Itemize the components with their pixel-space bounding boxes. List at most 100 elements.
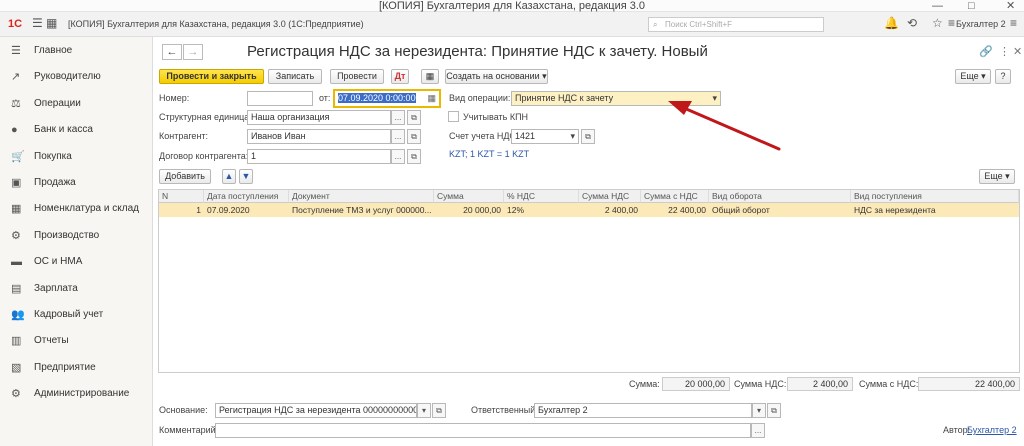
structural-unit-field[interactable]: Наша организация [247, 110, 391, 125]
open-account-icon[interactable]: ⧉ [581, 129, 595, 144]
link-icon[interactable]: 🔗 [979, 45, 993, 58]
add-row-button[interactable]: Добавить [159, 169, 211, 184]
responsible-field[interactable]: Бухгалтер 2 [534, 403, 752, 418]
open-partner-icon[interactable]: ⧉ [407, 129, 421, 144]
table-more-button[interactable]: Еще ▾ [979, 169, 1015, 184]
select-contract-button[interactable]: ... [391, 149, 405, 164]
operation-type-select[interactable]: Принятие НДС к зачету ▾ [511, 91, 721, 106]
partner-field[interactable]: Иванов Иван [247, 129, 391, 144]
global-search-input[interactable]: ⌕ Поиск Ctrl+Shift+F [648, 17, 824, 32]
post-and-close-button[interactable]: Провести и закрыть [159, 69, 264, 84]
vat-account-label: Счет учета НДС: [449, 131, 519, 141]
sidebar-item[interactable]: ▬ ОС и НМА [0, 249, 153, 275]
cell-vat-sum[interactable]: 2 400,00 [579, 203, 641, 217]
cell-vat-rate[interactable]: 12% [504, 203, 579, 217]
contract-field[interactable]: 1 [247, 149, 391, 164]
sidebar-item-label: Администрирование [34, 388, 130, 400]
sidebar-item-label: Банк и касса [34, 124, 93, 136]
user-menu-icon[interactable]: ≡ [948, 16, 955, 30]
cell-n[interactable]: 1 [159, 203, 204, 217]
vat-account-field[interactable]: 1421 ▾ [511, 129, 579, 144]
col-header[interactable]: N [159, 190, 204, 203]
basis-select-button[interactable]: ▾ [417, 403, 431, 418]
save-button[interactable]: Записать [268, 69, 322, 84]
sidebar-item[interactable]: ↗ Руководителю [0, 64, 153, 90]
sidebar-item[interactable]: ⚙ Администрирование [0, 381, 153, 407]
cell-total[interactable]: 22 400,00 [641, 203, 709, 217]
cell-date[interactable]: 07.09.2020 [204, 203, 289, 217]
total-with-vat-field: 22 400,00 [918, 377, 1020, 391]
sidebar-item[interactable]: ⚖ Операции [0, 91, 153, 117]
move-up-icon[interactable]: ▲ [222, 169, 236, 184]
cell-document[interactable]: Поступление ТМЗ и услуг 000000... [289, 203, 434, 217]
cell-receipt-type[interactable]: НДС за нерезидента [851, 203, 1019, 217]
open-unit-icon[interactable]: ⧉ [407, 110, 421, 125]
total-with-vat-label: Сумма с НДС: [859, 379, 919, 389]
comment-field[interactable] [215, 423, 751, 438]
menu-icon[interactable]: ☰ [32, 16, 43, 30]
sidebar-item[interactable]: ▣ Продажа [0, 170, 153, 196]
history-icon[interactable]: ⟲ [907, 16, 917, 30]
col-header[interactable]: Сумма НДС [579, 190, 641, 203]
sidebar-item-icon: ▣ [11, 177, 22, 189]
forward-button[interactable]: → [183, 44, 203, 60]
sidebar-item-label: Номенклатура и склад [34, 203, 139, 215]
open-basis-icon[interactable]: ⧉ [432, 403, 446, 418]
comment-expand-button[interactable]: ... [751, 423, 765, 438]
sidebar-item[interactable]: ▧ Предприятие [0, 355, 153, 381]
sidebar-item-icon: ▤ [11, 282, 22, 295]
sidebar-item[interactable]: ☰ Главное [0, 38, 153, 64]
col-header[interactable]: Сумма [434, 190, 504, 203]
sidebar-item-label: ОС и НМА [34, 256, 83, 268]
create-based-on-button[interactable]: Создать на основании ▾ [445, 69, 548, 84]
dt-kt-icon[interactable]: Дт [391, 69, 409, 84]
user-name[interactable]: Бухгалтер 2 [956, 12, 1006, 37]
author-link[interactable]: Бухгалтер 2 [967, 423, 1017, 438]
sidebar-item[interactable]: ▤ Зарплата [0, 276, 153, 302]
post-button[interactable]: Провести [330, 69, 384, 84]
more-button[interactable]: Еще ▾ [955, 69, 991, 84]
settings-icon[interactable]: ≡ [1010, 16, 1017, 30]
options-icon[interactable]: ⋮ [999, 45, 1010, 58]
open-contract-icon[interactable]: ⧉ [407, 149, 421, 164]
open-responsible-icon[interactable]: ⧉ [767, 403, 781, 418]
sidebar-item[interactable]: ▥ Отчеты [0, 328, 153, 354]
grid-icon[interactable]: ▦ [46, 16, 57, 30]
col-header[interactable]: Документ [289, 190, 434, 203]
move-down-icon[interactable]: ▼ [239, 169, 253, 184]
col-header[interactable]: Сумма с НДС [641, 190, 709, 203]
col-header[interactable]: Вид оборота [709, 190, 851, 203]
cell-turnover-type[interactable]: Общий оборот [709, 203, 851, 217]
back-button[interactable]: ← [162, 44, 182, 60]
maximize-button[interactable]: □ [968, 0, 975, 12]
cell-sum[interactable]: 20 000,00 [434, 203, 504, 217]
sidebar-item[interactable]: 🛒 Покупка [0, 144, 153, 170]
sidebar-item[interactable]: ⚙ Производство [0, 223, 153, 249]
sidebar-item-label: Кадровый учет [34, 309, 104, 320]
col-header[interactable]: % НДС [504, 190, 579, 203]
sidebar-item[interactable]: 👥 Кадровый учет [0, 302, 153, 328]
sidebar-item-icon: ● [11, 124, 18, 137]
close-window-button[interactable]: ✕ [1006, 0, 1015, 12]
minimize-button[interactable]: — [932, 0, 943, 12]
close-form-icon[interactable]: ✕ [1013, 45, 1022, 58]
col-header[interactable]: Дата поступления [204, 190, 289, 203]
col-header[interactable]: Вид поступления [851, 190, 1019, 203]
exchange-rate-link[interactable]: KZT; 1 KZT = 1 KZT [449, 147, 529, 162]
notifications-icon[interactable]: 🔔 [884, 16, 899, 30]
sidebar-item[interactable]: ● Банк и касса [0, 117, 153, 143]
sidebar-item-label: Зарплата [34, 282, 78, 294]
structure-icon[interactable]: ▦ [421, 69, 439, 84]
kpn-checkbox[interactable] [448, 111, 459, 122]
date-field[interactable]: 07.09.2020 0:00:00 ▦ [333, 89, 441, 108]
select-unit-button[interactable]: ... [391, 110, 405, 125]
total-sum-field: 20 000,00 [662, 377, 730, 391]
number-field[interactable] [247, 91, 313, 106]
sidebar-item[interactable]: ▦ Номенклатура и склад [0, 196, 153, 222]
select-partner-button[interactable]: ... [391, 129, 405, 144]
select-responsible-button[interactable]: ▾ [752, 403, 766, 418]
favorites-icon[interactable]: ☆ [932, 16, 943, 30]
sidebar-item-icon: ⚖ [11, 97, 21, 110]
basis-field[interactable]: Регистрация НДС за нерезидента 000000000… [215, 403, 417, 418]
help-button[interactable]: ? [995, 69, 1011, 84]
